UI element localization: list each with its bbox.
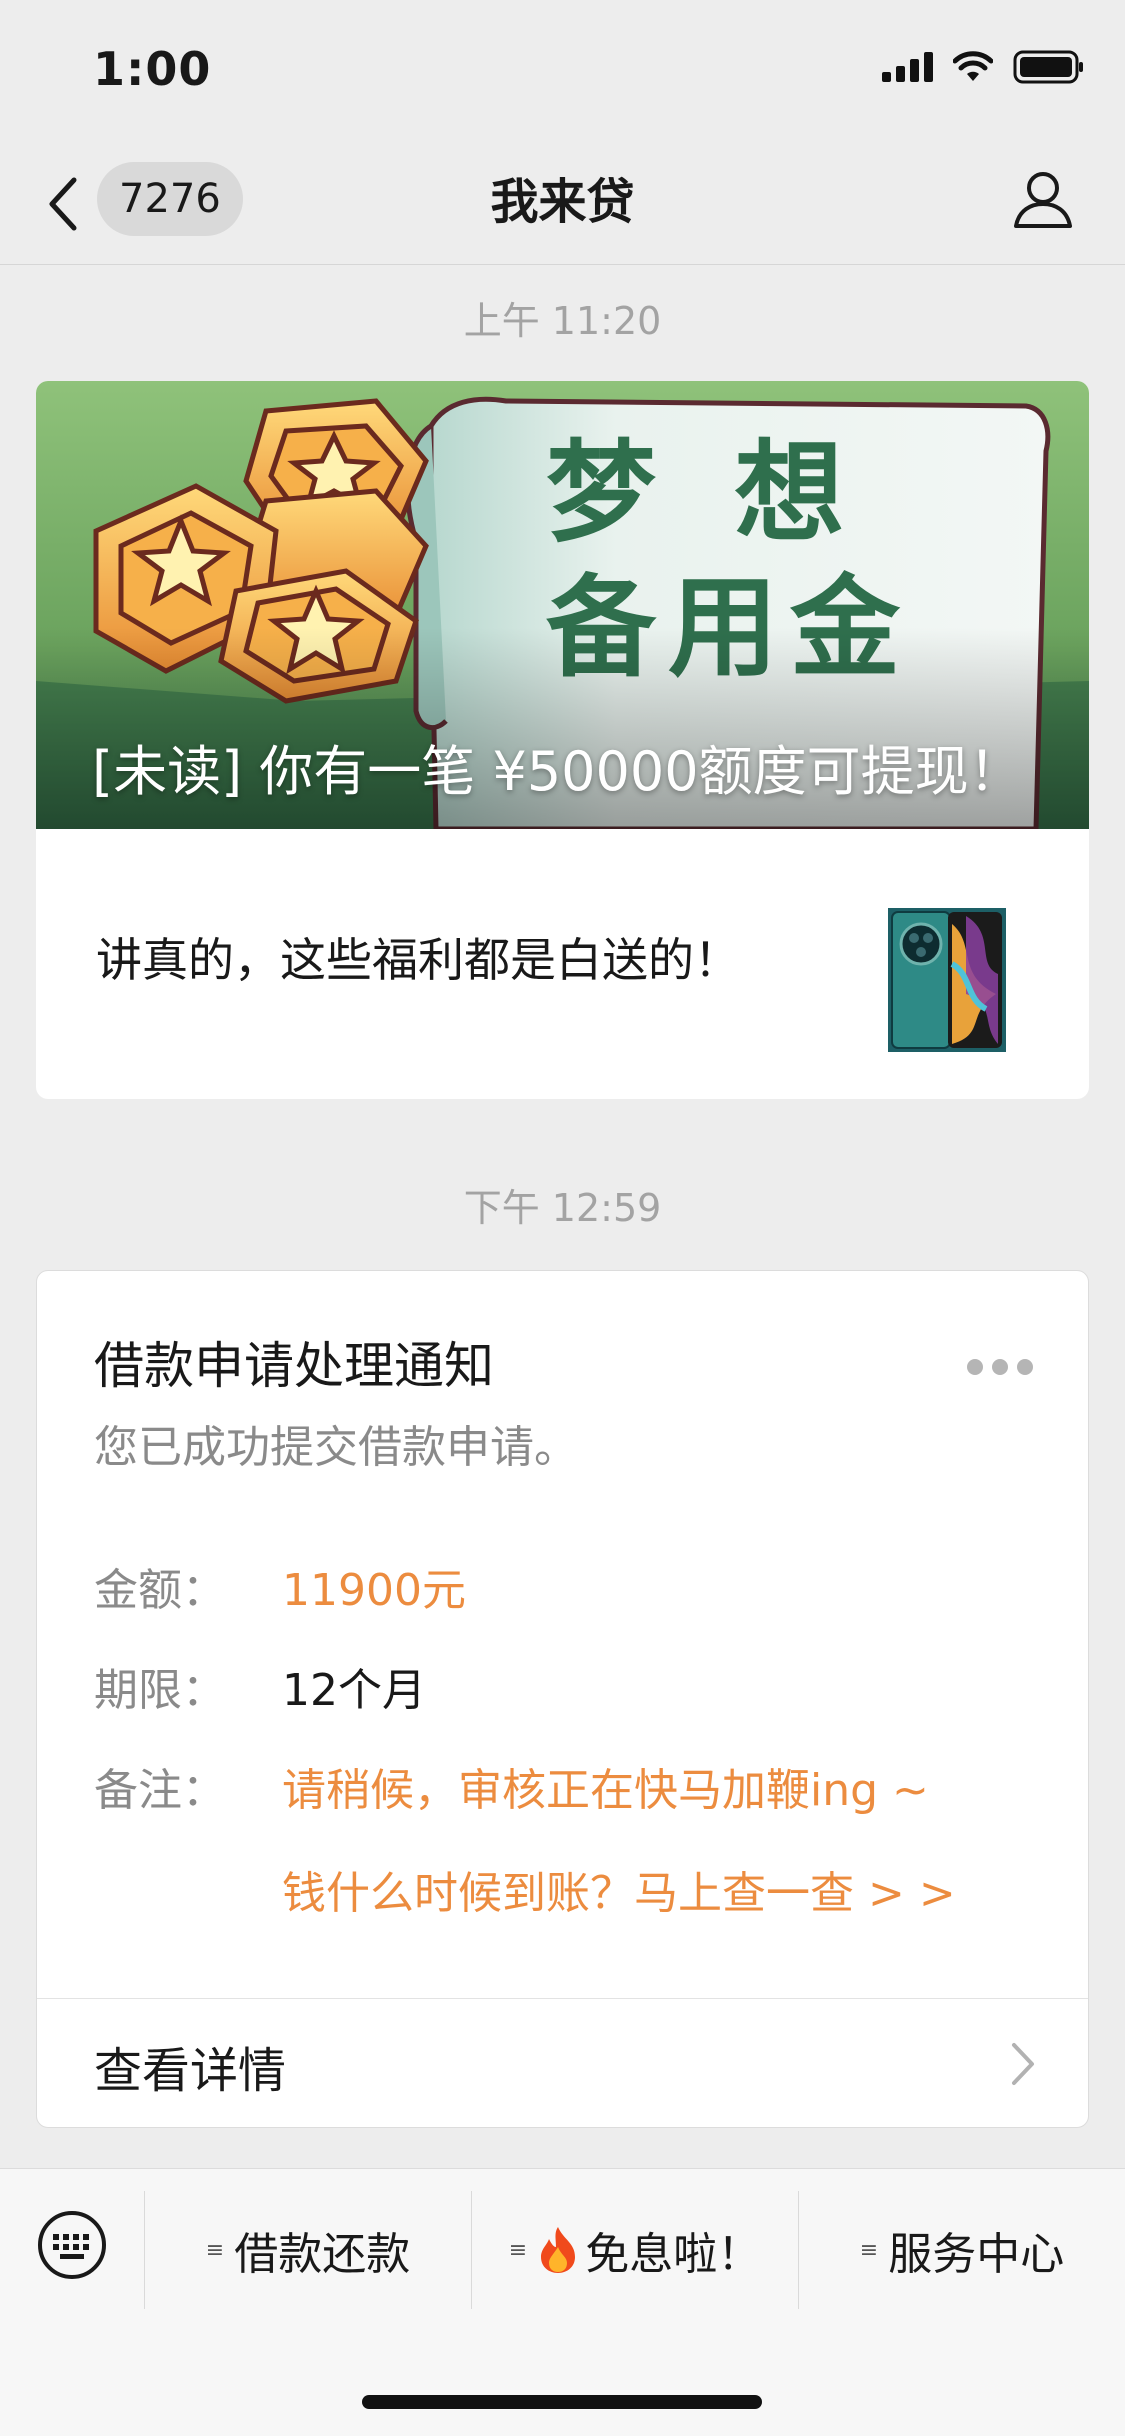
status-time: 1:00 bbox=[93, 42, 212, 96]
cellular-signal-icon bbox=[882, 52, 933, 82]
menu-item-loan-repay[interactable]: ≡ 借款还款 bbox=[145, 2191, 471, 2309]
home-indicator[interactable] bbox=[362, 2395, 762, 2409]
view-details-link[interactable]: 查看详情 bbox=[37, 1999, 1088, 2127]
banner-caption: [未读] 你有一笔 ¥50000额度可提现！ bbox=[92, 740, 1023, 803]
remark-label: 备注： bbox=[94, 1765, 226, 1816]
article-banner[interactable]: 梦 想 备用金 [未读] 你有一笔 ¥50000额度可提现！ bbox=[36, 381, 1089, 829]
view-details-label: 查看详情 bbox=[94, 2043, 287, 2099]
menu-item-label: 服务中心 bbox=[888, 2229, 1065, 2280]
sub-article-title: 讲真的，这些福利都是白送的！ bbox=[96, 933, 740, 987]
amount-label: 金额： bbox=[94, 1565, 226, 1616]
notice-title: 借款申请处理通知 bbox=[94, 1337, 494, 1395]
submenu-lines-icon: ≡ bbox=[508, 2237, 528, 2263]
nav-bar: 我来贷 7276 bbox=[0, 140, 1125, 265]
chevron-right-icon bbox=[1012, 2043, 1034, 2085]
message-timestamp: 下午 12:59 bbox=[463, 1186, 662, 1230]
menu-item-interest-free[interactable]: ≡ 免息啦！ bbox=[472, 2191, 798, 2309]
loan-notice-card[interactable]: 借款申请处理通知 您已成功提交借款申请。 金额： 11900元 期限： 12个月… bbox=[36, 1270, 1089, 2128]
status-bar: 1:00 bbox=[0, 0, 1125, 140]
remark-link[interactable]: 钱什么时候到账？马上查一查 > > bbox=[282, 1857, 956, 1921]
fire-icon bbox=[541, 2227, 576, 2273]
notice-description: 您已成功提交借款申请。 bbox=[94, 1422, 578, 1473]
term-value: 12个月 bbox=[282, 1665, 426, 1716]
sub-article-item[interactable]: 讲真的，这些福利都是白送的！ bbox=[36, 829, 1089, 1099]
battery-icon bbox=[1013, 50, 1083, 84]
remark-value: 请稍候，审核正在快马加鞭ing ~ bbox=[282, 1765, 929, 1816]
menu-item-label: 借款还款 bbox=[234, 2229, 411, 2280]
wifi-icon bbox=[953, 51, 993, 81]
message-timestamp: 上午 11:20 bbox=[463, 299, 662, 343]
unread-count-badge[interactable]: 7276 bbox=[97, 162, 243, 236]
profile-icon[interactable] bbox=[1011, 168, 1075, 232]
more-options-icon[interactable] bbox=[967, 1359, 1033, 1375]
status-icons bbox=[882, 50, 1085, 84]
submenu-lines-icon: ≡ bbox=[205, 2237, 225, 2263]
amount-value: 11900元 bbox=[282, 1565, 466, 1616]
back-chevron-icon[interactable] bbox=[44, 174, 84, 234]
phone-thumbnail-image bbox=[888, 908, 1006, 1052]
submenu-lines-icon: ≡ bbox=[859, 2237, 879, 2263]
article-card[interactable]: 梦 想 备用金 [未读] 你有一笔 ¥50000额度可提现！ 讲真的，这些福利都… bbox=[36, 381, 1089, 1099]
menu-item-service-center[interactable]: ≡ 服务中心 bbox=[799, 2191, 1125, 2309]
term-label: 期限： bbox=[94, 1665, 226, 1716]
menu-item-label: 免息啦！ bbox=[585, 2229, 762, 2280]
keyboard-toggle-icon[interactable] bbox=[36, 2209, 108, 2281]
